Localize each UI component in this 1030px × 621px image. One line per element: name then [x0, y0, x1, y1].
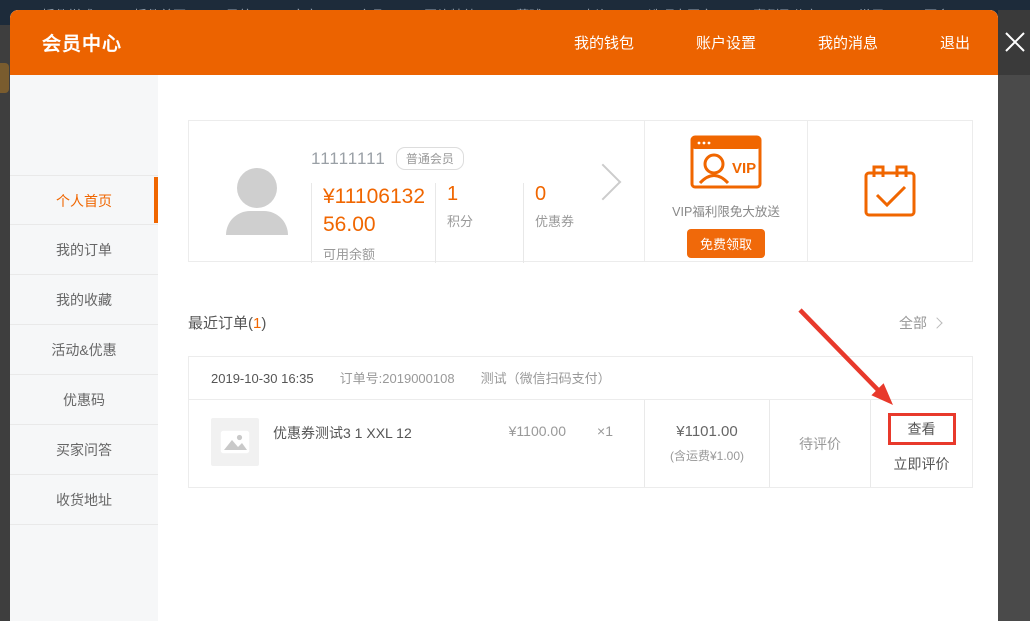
- nav-logout[interactable]: 退出: [940, 32, 970, 53]
- order-meta-row: 2019-10-30 16:35 订单号:2019000108 测试（微信扫码支…: [189, 357, 972, 400]
- close-icon: [1003, 30, 1027, 54]
- coupons-label: 优惠券: [535, 211, 574, 230]
- main-content: 11111111 普通会员 ¥1110613256.00 可用余额 1 积分: [188, 75, 973, 488]
- nav-my-wallet[interactable]: 我的钱包: [574, 32, 634, 53]
- chevron-right-icon: [931, 317, 942, 328]
- balance-value: ¥1110613256.00: [323, 183, 433, 239]
- checkin-section: [807, 121, 972, 261]
- close-button[interactable]: [1000, 26, 1030, 58]
- background-element: [0, 63, 9, 93]
- order-payment-method: 测试（微信扫码支付）: [481, 357, 611, 399]
- background-left-strip: [0, 25, 10, 621]
- product-thumbnail: [211, 418, 259, 466]
- image-placeholder-icon: [220, 430, 250, 454]
- annotation-highlight-box: 查看: [888, 413, 956, 445]
- nav-account-settings[interactable]: 账户设置: [696, 32, 756, 53]
- order-total-amount: ¥1101.00: [676, 423, 737, 440]
- vip-promo-section: VIP VIP福利限免大放送 免费领取: [644, 121, 807, 261]
- profile-summary: 11111111 普通会员 ¥1110613256.00 可用余额 1 积分: [189, 121, 644, 261]
- coupons-value: 0: [535, 183, 574, 206]
- vip-caption: VIP福利限免大放送: [645, 201, 807, 220]
- avatar: [226, 168, 288, 234]
- member-center-modal: 会员中心 我的钱包 账户设置 我的消息 退出 个人首页 我的订单 我的收藏 活动…: [10, 10, 998, 621]
- view-all-orders-link[interactable]: 全部: [899, 313, 941, 333]
- sidebar-item-buyer-qa[interactable]: 买家问答: [10, 425, 158, 475]
- points-value: 1: [447, 183, 523, 206]
- profile-info: 11111111 普通会员 ¥1110613256.00 可用余额 1 积分: [311, 147, 574, 263]
- page-title: 会员中心: [42, 29, 122, 56]
- order-status-cell: 待评价: [769, 400, 870, 487]
- sidebar-item-personal-home[interactable]: 个人首页: [10, 175, 158, 225]
- modal-header: 会员中心 我的钱包 账户设置 我的消息 退出: [10, 10, 998, 75]
- sidebar-item-activities[interactable]: 活动&优惠: [10, 325, 158, 375]
- order-product-cell: 优惠券测试3 1 XXL 12 ¥1100.00 ×1: [189, 400, 644, 487]
- sidebar-item-coupon-code[interactable]: 优惠码: [10, 375, 158, 425]
- recent-orders-title: 最近订单(1): [188, 312, 266, 333]
- points-stat: 1 积分: [435, 183, 523, 263]
- order-action-cell: 查看 立即评价: [870, 400, 972, 487]
- profile-card: 11111111 普通会员 ¥1110613256.00 可用余额 1 积分: [188, 120, 973, 262]
- balance-label: 可用余额: [323, 244, 435, 263]
- free-claim-button[interactable]: 免费领取: [687, 229, 765, 258]
- sidebar-item-shipping-address[interactable]: 收货地址: [10, 475, 158, 525]
- profile-stats: ¥1110613256.00 可用余额 1 积分 0 优惠券: [311, 183, 574, 263]
- product-price: ¥1100.00: [471, 423, 566, 487]
- order-total-cell: ¥1101.00 (含运费¥1.00): [644, 400, 769, 487]
- sidebar: 个人首页 我的订单 我的收藏 活动&优惠 优惠码 买家问答 收货地址: [10, 75, 158, 621]
- member-level-badge: 普通会员: [396, 147, 464, 170]
- background-right-strip: [998, 25, 1030, 621]
- balance-stat: ¥1110613256.00 可用余额: [311, 183, 435, 263]
- order-status: 待评价: [799, 434, 841, 454]
- order-datetime: 2019-10-30 16:35: [211, 357, 314, 399]
- product-quantity: ×1: [566, 423, 644, 487]
- order-number: 订单号:2019000108: [340, 357, 455, 399]
- calendar-check-icon[interactable]: [862, 163, 918, 219]
- product-name[interactable]: 优惠券测试3 1 XXL 12: [273, 423, 471, 487]
- recent-orders-header: 最近订单(1) 全部: [188, 312, 973, 333]
- sidebar-item-my-favorites[interactable]: 我的收藏: [10, 275, 158, 325]
- vip-window-icon: VIP: [690, 135, 762, 189]
- vip-icon-label: VIP: [732, 160, 756, 177]
- chevron-right-icon[interactable]: [585, 164, 622, 201]
- coupons-stat: 0 优惠券: [523, 183, 574, 263]
- sidebar-list: 个人首页 我的订单 我的收藏 活动&优惠 优惠码 买家问答 收货地址: [10, 175, 158, 525]
- order-item-row: 优惠券测试3 1 XXL 12 ¥1100.00 ×1 ¥1101.00 (含运…: [189, 400, 972, 487]
- order-card: 2019-10-30 16:35 订单号:2019000108 测试（微信扫码支…: [188, 356, 973, 488]
- order-shipping-note: (含运费¥1.00): [670, 447, 744, 464]
- header-nav: 我的钱包 账户设置 我的消息 退出: [512, 32, 998, 53]
- points-label: 积分: [447, 211, 523, 230]
- review-now-button[interactable]: 立即评价: [894, 454, 950, 474]
- view-order-button[interactable]: 查看: [908, 421, 936, 437]
- nav-my-messages[interactable]: 我的消息: [818, 32, 878, 53]
- username: 11111111: [311, 149, 386, 169]
- sidebar-item-my-orders[interactable]: 我的订单: [10, 225, 158, 275]
